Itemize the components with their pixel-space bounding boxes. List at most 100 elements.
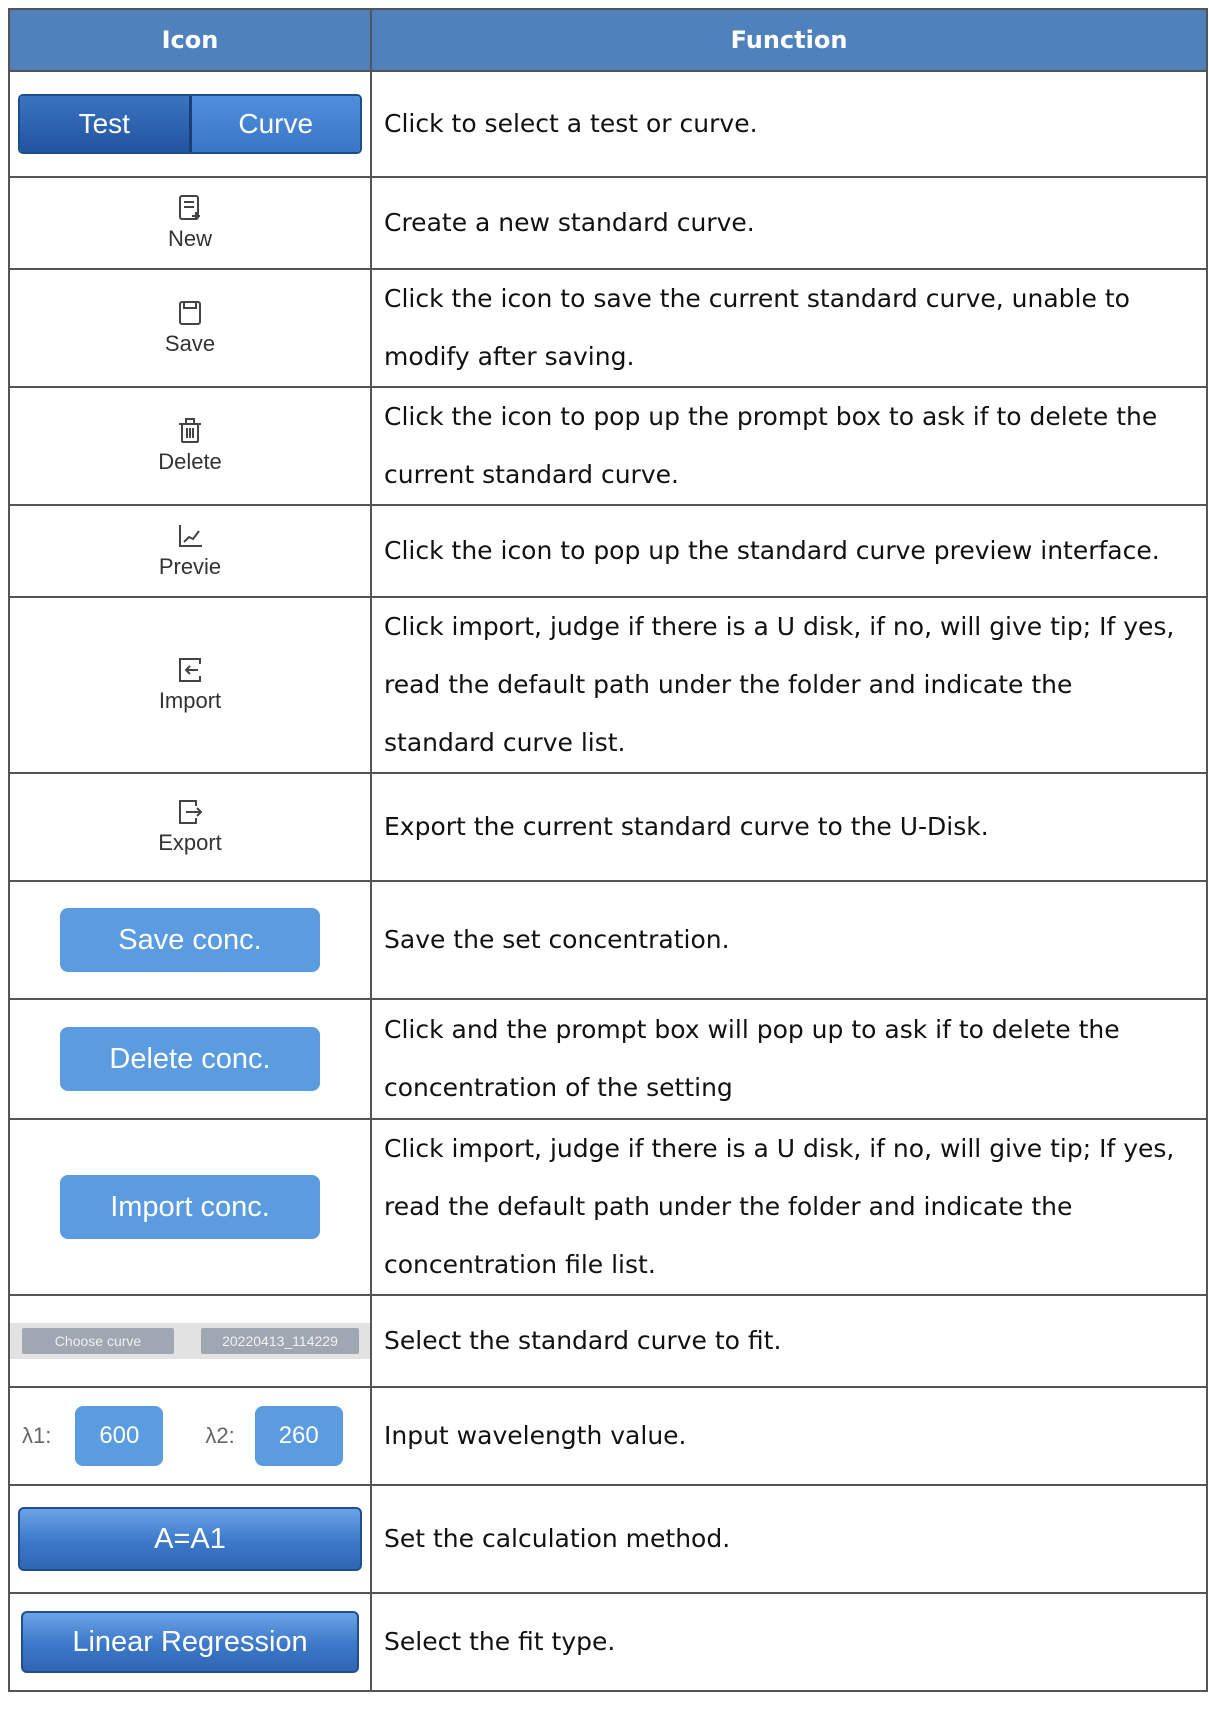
function-text: Click import, judge if there is a U disk… [384,1134,1175,1163]
lambda2-label: λ2: [205,1423,235,1448]
function-text: modify after saving. [384,342,635,371]
delete-conc-button[interactable]: Delete conc. [60,1027,320,1091]
function-text: standard curve list. [384,728,626,757]
icon-cell: λ1: 600 λ2: 260 [8,1386,372,1486]
function-cell: Select the standard curve to fit. [370,1294,1208,1388]
function-text: concentration of the setting [384,1073,733,1102]
icon-cell: Test Curve [8,70,372,178]
function-text: Save the set concentration. [384,925,730,954]
table-row: Test Curve Click to select a test or cur… [8,70,1208,178]
new-label: New [167,226,212,251]
function-text: read the default path under the folder a… [384,670,1073,699]
save-button[interactable]: Save [165,299,215,357]
save-label: Save [164,331,216,356]
function-cell: Click the icon to pop up the prompt box … [370,386,1208,506]
new-button[interactable]: New [168,194,212,252]
icon-function-table: Icon Function Test Curve Click to select… [8,8,1208,1692]
function-text: current standard curve. [384,460,679,489]
function-text: Select the fit type. [384,1627,616,1656]
table-row: Linear Regression Select the fit type. [8,1592,1208,1692]
new-document-icon [178,195,200,220]
save-icon [179,301,201,325]
function-text: Click the icon to pop up the prompt box … [384,402,1158,431]
icon-cell: Delete [8,386,372,506]
function-text: Click the icon to pop up the standard cu… [384,536,1160,565]
icon-cell: Linear Regression [8,1592,372,1692]
icon-cell: Previe [8,504,372,598]
chart-preview-icon [178,525,202,547]
table-row: Save conc. Save the set concentration. [8,880,1208,1000]
function-cell: Click the icon to pop up the standard cu… [370,504,1208,598]
table-row: Delete conc. Click and the prompt box wi… [8,998,1208,1120]
function-cell: Save the set concentration. [370,880,1208,1000]
lambda1-input[interactable]: 600 [75,1406,164,1466]
icon-cell: Import [8,596,372,774]
function-text: Click to select a test or curve. [384,109,758,138]
table-row: Import conc. Click import, judge if ther… [8,1118,1208,1296]
save-conc-button[interactable]: Save conc. [60,908,320,972]
header-function: Function [370,8,1208,72]
table-row: New Create a new standard curve. [8,176,1208,270]
icon-cell: Choose curve 20220413_114229 [8,1294,372,1388]
function-text: Input wavelength value. [384,1421,687,1450]
preview-button[interactable]: Previe [159,522,221,580]
preview-label: Previe [158,554,222,579]
function-cell: Click import, judge if there is a U disk… [370,1118,1208,1296]
function-cell: Set the calculation method. [370,1484,1208,1594]
function-text: Select the standard curve to fit. [384,1326,782,1355]
table-row: Previe Click the icon to pop up the stan… [8,504,1208,598]
icon-cell: Import conc. [8,1118,372,1296]
function-text: Set the calculation method. [384,1524,731,1553]
choose-curve-bar: Choose curve 20220413_114229 [10,1323,370,1359]
table-row: Import Click import, judge if there is a… [8,596,1208,774]
delete-label: Delete [158,449,222,474]
table-row: Delete Click the icon to pop up the prom… [8,386,1208,506]
function-text: concentration file list. [384,1250,656,1279]
function-text: Create a new standard curve. [384,208,755,237]
calculation-method-button[interactable]: A=A1 [18,1507,362,1571]
delete-button[interactable]: Delete [158,417,222,475]
icon-cell: New [8,176,372,270]
header-icon: Icon [8,8,372,72]
function-cell: Select the fit type. [370,1592,1208,1692]
function-cell: Click the icon to save the current stand… [370,268,1208,388]
function-text: Click the icon to save the current stand… [384,284,1130,313]
import-icon [178,658,201,682]
icon-cell: Export [8,772,372,882]
fit-type-button[interactable]: Linear Regression [21,1611,359,1673]
test-curve-toggle[interactable]: Test Curve [18,94,362,154]
function-text: read the default path under the folder a… [384,1192,1073,1221]
table-row: Export Export the current standard curve… [8,772,1208,882]
trash-icon [179,418,201,443]
lambda2-input[interactable]: 260 [254,1406,343,1466]
export-button[interactable]: Export [158,798,222,856]
import-conc-button[interactable]: Import conc. [60,1175,320,1239]
function-cell: Click import, judge if there is a U disk… [370,596,1208,774]
table-header-row: Icon Function [8,8,1208,72]
icon-cell: Delete conc. [8,998,372,1120]
export-icon [179,800,203,824]
function-cell: Click and the prompt box will pop up to … [370,998,1208,1120]
import-label: Import [158,688,222,713]
function-text: Click import, judge if there is a U disk… [384,612,1175,641]
function-text: Export the current standard curve to the… [384,812,989,841]
curve-tab[interactable]: Curve [191,96,360,152]
function-cell: Input wavelength value. [370,1386,1208,1486]
wavelength-inputs: λ1: 600 λ2: 260 [10,1406,370,1466]
icon-cell: Save conc. [8,880,372,1000]
choose-curve-button[interactable]: Choose curve [22,1328,174,1354]
function-cell: Export the current standard curve to the… [370,772,1208,882]
table-row: Choose curve 20220413_114229 Select the … [8,1294,1208,1388]
table-row: λ1: 600 λ2: 260 Input wavelength value. [8,1386,1208,1486]
function-cell: Click to select a test or curve. [370,70,1208,178]
icon-cell: Save [8,268,372,388]
icon-cell: A=A1 [8,1484,372,1594]
function-text: Click and the prompt box will pop up to … [384,1015,1120,1044]
lambda1-label: λ1: [22,1423,52,1448]
export-label: Export [158,830,222,855]
function-cell: Create a new standard curve. [370,176,1208,270]
test-tab[interactable]: Test [20,96,192,152]
import-button[interactable]: Import [159,656,221,714]
curve-name-field[interactable]: 20220413_114229 [201,1328,359,1354]
table-row: Save Click the icon to save the current … [8,268,1208,388]
